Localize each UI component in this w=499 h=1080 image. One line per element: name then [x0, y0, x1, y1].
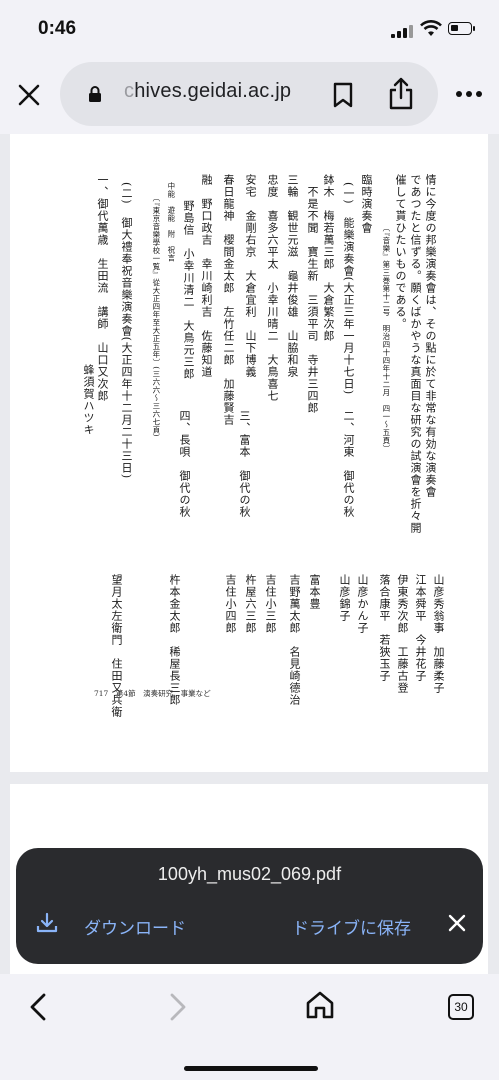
url-faded-prefix: c	[124, 80, 135, 102]
doc-text-line: 吉野萬太郎 名見崎德治	[287, 574, 301, 706]
doc-text-line: 山彦錦子	[337, 574, 351, 622]
doc-text-line: 安宅 金剛右京 大倉宜利 山下博義	[243, 174, 257, 378]
more-icon[interactable]	[455, 90, 483, 98]
share-icon[interactable]	[388, 76, 414, 110]
browser-toolbar: chives.geidai.ac.jp	[0, 56, 499, 134]
url-text: chives.geidai.ac.jp	[124, 80, 291, 103]
doc-text-line: 催して貰ひたいものである。	[393, 174, 407, 330]
close-icon[interactable]	[16, 82, 42, 108]
doc-text-line: 吉住小四郎	[223, 574, 237, 634]
download-icon[interactable]	[36, 912, 58, 934]
bottom-navigation: 30	[0, 974, 499, 1080]
doc-text-line: 三、富本 御代の秋	[237, 410, 251, 518]
doc-text-line: 杵本金太郎 稀屋長三郎	[167, 574, 181, 706]
doc-text-line: 杵屋六三郎	[243, 574, 257, 634]
home-icon[interactable]	[305, 990, 335, 1020]
doc-text-line: 鉢木 梅若萬三郎 大倉繁次郎	[321, 174, 335, 342]
doc-text-line: 蜂須賀ハツキ	[81, 364, 95, 436]
back-icon[interactable]	[28, 992, 48, 1022]
doc-citation: 〔『音樂』第三巻第十二号 明治四十四年十二月 四一〜五頁〕	[381, 224, 391, 453]
home-indicator	[184, 1066, 318, 1071]
doc-text-line: 野島信 小幸川清二 大鳥元三郎	[181, 200, 195, 380]
close-icon[interactable]	[448, 914, 466, 932]
page-footer: 717 第4節 演奏研究、事業など	[94, 689, 211, 698]
doc-text-line: 山彦かん子	[355, 574, 369, 634]
doc-text-line: 中能 遊能 附 祝言	[166, 182, 176, 262]
download-button[interactable]: ダウンロード	[84, 914, 186, 939]
doc-heading: 臨時演奏會	[359, 174, 373, 234]
doc-text-line: 春日龍神 櫻間金太郎 左竹任二郎 加藤賢吉	[221, 174, 235, 426]
doc-text-line: 融 野口政吉 幸川崎利吉 佐藤知道	[199, 174, 213, 378]
cellular-signal-icon	[391, 24, 415, 38]
doc-text-line: 二、河東 御代の秋	[341, 410, 355, 518]
doc-text-line: (二) 御大禮奉祝音樂演奏會(大正四年十二月二十三日)	[119, 182, 133, 480]
status-bar: 0:46	[0, 0, 499, 56]
doc-text-line: 忠度 喜多六平太 小幸川晴二 大鳥喜七	[265, 174, 279, 402]
doc-text-line: 一、御代萬歳 生田流 講師 山口又次郎	[95, 174, 109, 402]
doc-text-line: 落合康平 若狹玉子	[377, 574, 391, 682]
battery-icon	[448, 22, 475, 35]
tab-switcher-button[interactable]: 30	[448, 994, 474, 1020]
doc-text-line: 不是不聞 寶生新 三須平司 寺井三四郎	[305, 186, 319, 414]
doc-text-line: であつたと信ずる。願くばかやうな真面目な研究の試演會を折々開	[408, 174, 422, 534]
status-time: 0:46	[38, 18, 77, 39]
doc-text-line: 伊東秀次郎 工藤古登	[395, 574, 409, 694]
download-sheet: 100yh_mus02_069.pdf ダウンロード ドライブに保存	[16, 848, 483, 964]
address-bar[interactable]: chives.geidai.ac.jp	[60, 62, 438, 126]
doc-text-line: 四、長唄 御代の秋	[177, 410, 191, 518]
doc-text-line: 山彦秀翁事 加藤柔子	[431, 574, 445, 694]
doc-text-line: (一) 能樂演奏會(大正三年一月十七日)	[341, 182, 355, 396]
bookmark-icon[interactable]	[332, 82, 354, 108]
doc-text-line: 情に今度の邦樂演奏會は、その點に於て非常な有効な演奏會	[423, 174, 437, 498]
save-to-drive-button[interactable]: ドライブに保存	[292, 914, 411, 939]
doc-text-line: 江本舜平 今井花子	[413, 574, 427, 682]
download-filename: 100yh_mus02_069.pdf	[157, 864, 342, 884]
url-domain: hives.geidai.ac.jp	[134, 80, 292, 102]
doc-citation: 〔『東京音樂學校一覧』從大正四年至大正五年〕(三六六〜三六七頁)	[151, 194, 161, 438]
pdf-page: 情に今度の邦樂演奏會は、その點に於て非常な有効な演奏會 であつたと信ずる。願くば…	[10, 134, 488, 772]
lock-icon	[89, 86, 101, 102]
doc-text-line: 富本豊	[307, 574, 321, 610]
forward-icon[interactable]	[168, 992, 188, 1022]
doc-text-line: 三輪 観世元滋 龜井俊雄 山脇和泉	[285, 174, 299, 378]
wifi-icon	[420, 20, 442, 36]
doc-text-line: 吉住小三郎	[263, 574, 277, 634]
